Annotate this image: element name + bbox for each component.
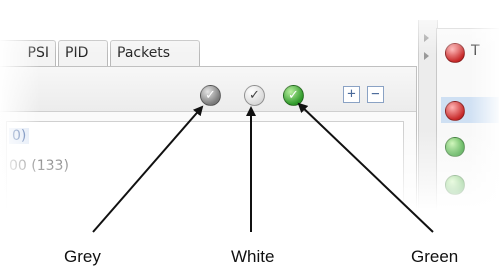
callout-arrows [92, 102, 434, 233]
green-callout-arrow [297, 102, 434, 233]
grey-callout-arrow [92, 105, 204, 233]
green-label: Green [411, 247, 459, 266]
white-label: White [231, 247, 275, 266]
grey-label: Grey [64, 247, 101, 266]
